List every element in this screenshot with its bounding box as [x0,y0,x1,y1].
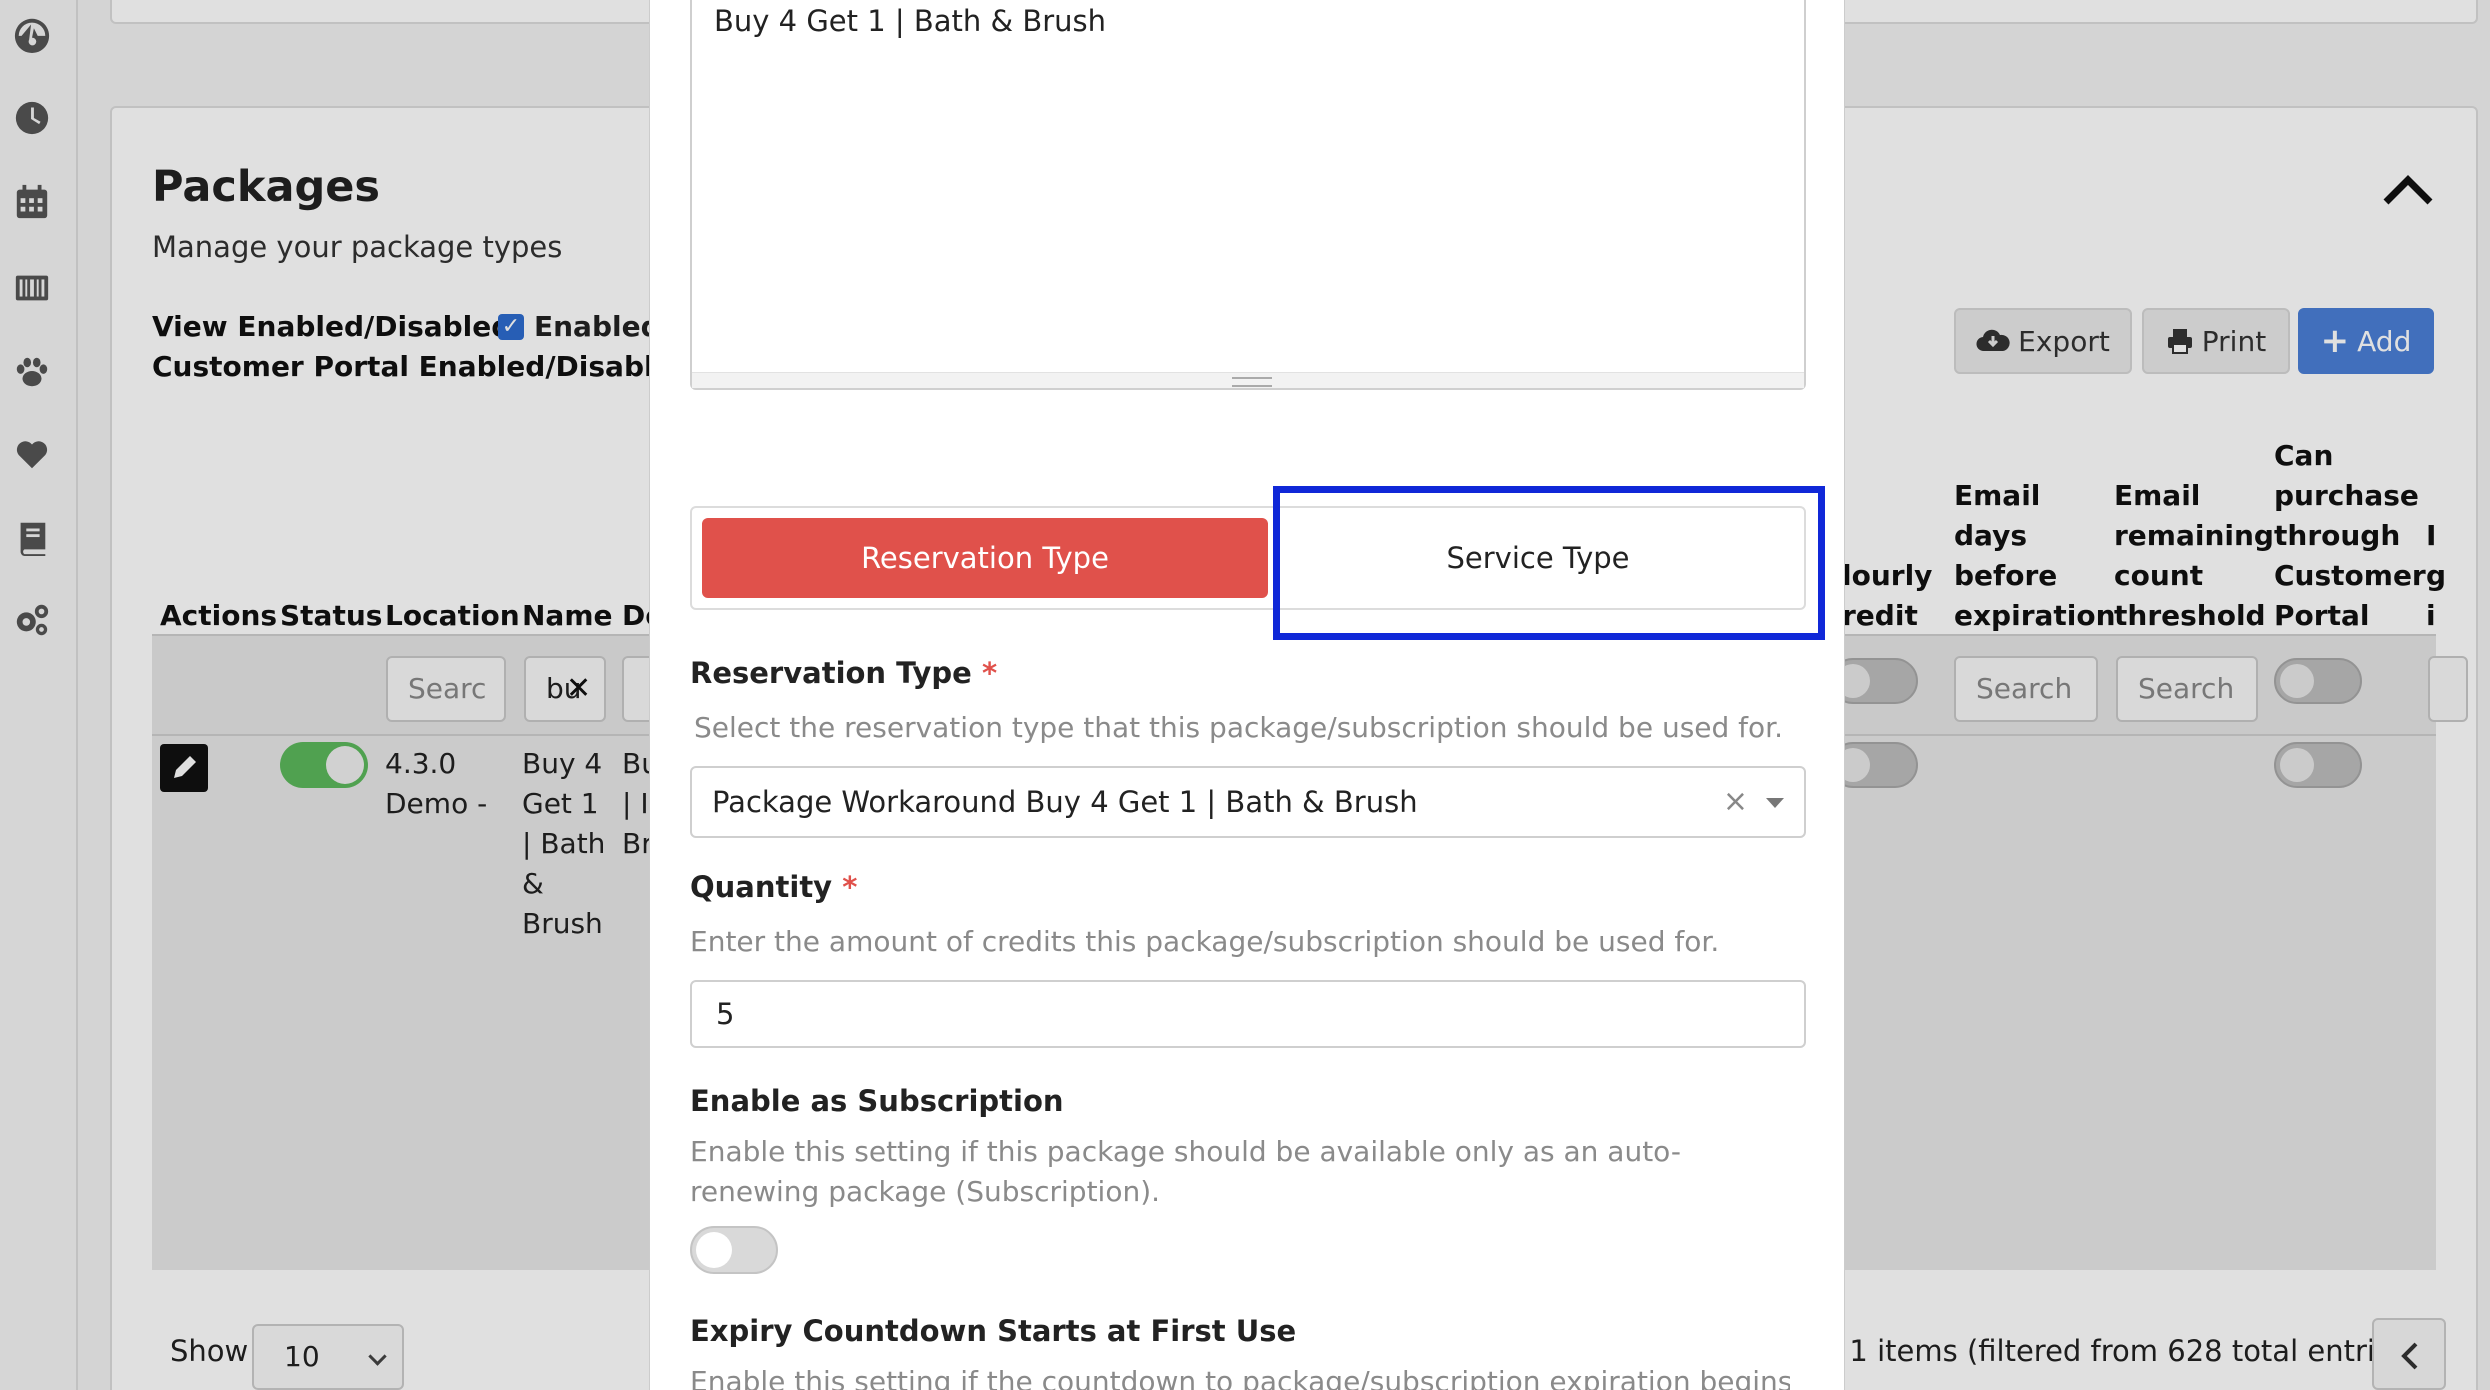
dropdown-arrow-icon[interactable] [1766,798,1784,808]
reservation-type-label: Reservation Type * [690,656,997,690]
required-mark: * [842,870,858,904]
quantity-help: Enter the amount of credits this package… [690,925,1720,958]
quantity-input[interactable]: 5 [690,980,1806,1048]
subscription-help: Enable this setting if this package shou… [690,1135,1681,1208]
quantity-label: Quantity * [690,870,857,904]
reservation-type-value: Package Workaround Buy 4 Get 1 | Bath & … [712,785,1418,819]
description-value: Buy 4 Get 1 | Bath & Brush [714,4,1107,38]
reservation-type-select[interactable]: Package Workaround Buy 4 Get 1 | Bath & … [690,766,1806,838]
resize-handle[interactable] [692,372,1804,388]
highlight-box [1273,486,1825,640]
label-text: Reservation Type [690,656,972,690]
clear-selection-icon[interactable]: × [1723,768,1748,836]
reservation-type-tab[interactable]: Reservation Type [702,518,1268,598]
package-modal: Buy 4 Get 1 | Bath & Brush Reservation T… [649,0,1845,1390]
expiry-help: Enable this setting if the countdown to … [690,1365,1790,1390]
subscription-label: Enable as Subscription [690,1084,1064,1118]
reservation-type-help: Select the reservation type that this pa… [694,711,1784,744]
expiry-label: Expiry Countdown Starts at First Use [690,1314,1297,1348]
subscription-toggle[interactable] [690,1226,778,1274]
required-mark: * [981,656,998,690]
description-textarea[interactable]: Buy 4 Get 1 | Bath & Brush [690,0,1806,390]
label-text: Quantity [690,870,833,904]
